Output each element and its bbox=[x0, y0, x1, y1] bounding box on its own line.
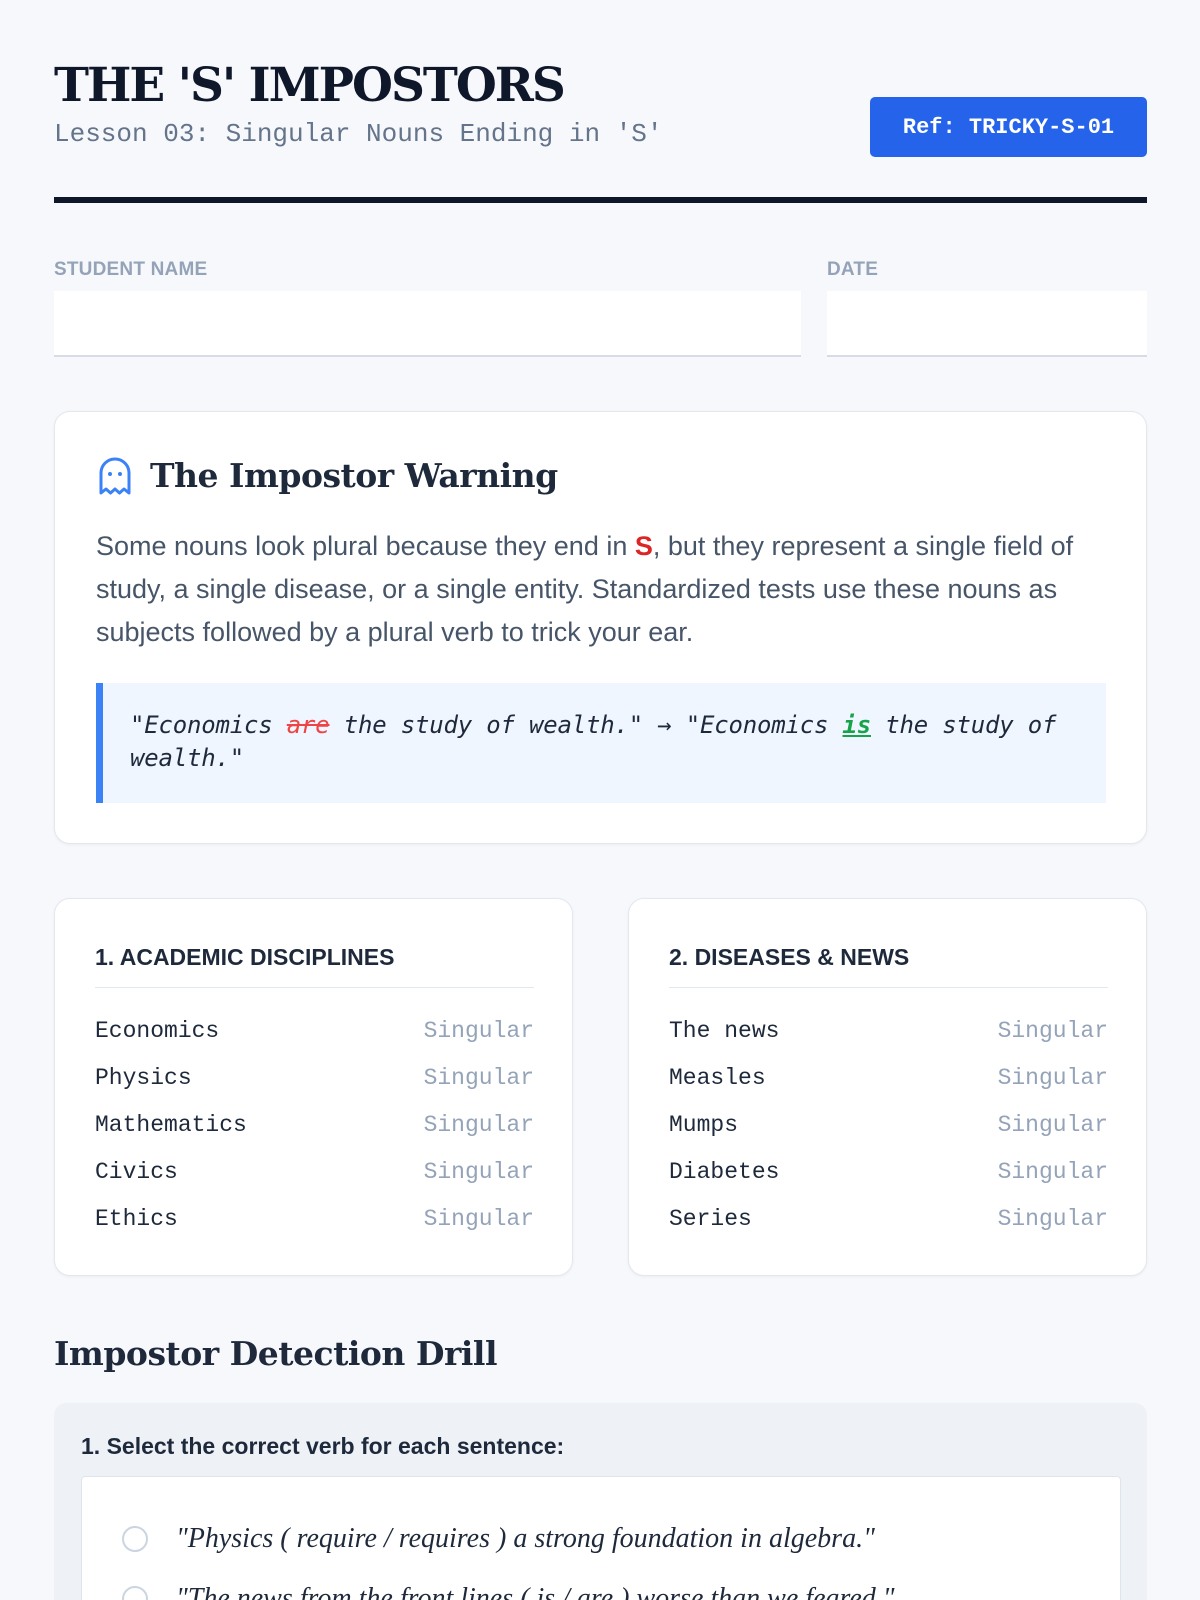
number-tag: Singular bbox=[997, 1017, 1108, 1044]
number-tag: Singular bbox=[997, 1205, 1108, 1232]
date-label: DATE bbox=[827, 259, 879, 280]
number-tag: Singular bbox=[423, 1205, 534, 1232]
page-title: THE 'S' IMPOSTORS bbox=[54, 58, 566, 113]
noun-term: Economics bbox=[95, 1017, 220, 1044]
number-tag: Singular bbox=[423, 1158, 534, 1185]
list-item: The news Singular bbox=[669, 1007, 1108, 1054]
noun-term: Mathematics bbox=[95, 1111, 247, 1138]
list-item: Mumps Singular bbox=[669, 1101, 1108, 1148]
drill-sentence: "Physics ( require / requires ) a strong… bbox=[176, 1523, 875, 1554]
drill-title: Impostor Detection Drill bbox=[54, 1334, 497, 1373]
ref-badge: Ref: TRICKY-S-01 bbox=[870, 97, 1147, 157]
lesson-subtitle: Lesson 03: Singular Nouns Ending in 'S' bbox=[54, 119, 663, 149]
list-item: Ethics Singular bbox=[95, 1195, 534, 1242]
list-item: Civics Singular bbox=[95, 1148, 534, 1195]
warning-title: The Impostor Warning bbox=[150, 456, 558, 495]
category-title: 1. ACADEMIC DISCIPLINES bbox=[95, 944, 395, 970]
list-item: Mathematics Singular bbox=[95, 1101, 534, 1148]
list-item: Physics Singular bbox=[95, 1054, 534, 1101]
ghost-icon bbox=[99, 457, 131, 495]
noun-term: Measles bbox=[669, 1064, 766, 1091]
drill-panel: 1. Select the correct verb for each sent… bbox=[54, 1403, 1147, 1600]
example-callout: "Economics are the study of wealth." → "… bbox=[96, 683, 1106, 803]
number-tag: Singular bbox=[423, 1111, 534, 1138]
list-item: Series Singular bbox=[669, 1195, 1108, 1242]
drill-question: 1. Select the correct verb for each sent… bbox=[81, 1433, 565, 1459]
radio-button[interactable] bbox=[122, 1586, 148, 1600]
category-divider bbox=[669, 987, 1108, 988]
number-tag: Singular bbox=[423, 1017, 534, 1044]
noun-term: Series bbox=[669, 1205, 752, 1232]
list-item: Economics Singular bbox=[95, 1007, 534, 1054]
list-item: Measles Singular bbox=[669, 1054, 1108, 1101]
drill-sentence: "The news from the front lines ( is / ar… bbox=[176, 1583, 895, 1600]
header-divider bbox=[54, 197, 1147, 203]
noun-term: Physics bbox=[95, 1064, 192, 1091]
diseases-news-card: 2. DISEASES & NEWS The news Singular Meas… bbox=[628, 898, 1147, 1276]
date-field[interactable] bbox=[827, 291, 1147, 357]
list-item: Diabetes Singular bbox=[669, 1148, 1108, 1195]
warning-text-start: Some nouns look plural because they end … bbox=[96, 531, 635, 561]
noun-term: The news bbox=[669, 1017, 780, 1044]
category-list: The news Singular Measles Singular Mumps Si… bbox=[669, 1007, 1108, 1242]
drill-options-box: "Physics ( require / requires ) a strong… bbox=[81, 1476, 1121, 1600]
correct-verb: is bbox=[842, 711, 871, 739]
number-tag: Singular bbox=[997, 1064, 1108, 1091]
category-divider bbox=[95, 987, 534, 988]
drill-item[interactable]: "The news from the front lines ( is / ar… bbox=[122, 1582, 895, 1600]
noun-term: Diabetes bbox=[669, 1158, 780, 1185]
example-sentence: "Economics are the study of wealth." → "… bbox=[130, 709, 1090, 775]
radio-button[interactable] bbox=[122, 1526, 148, 1552]
noun-term: Civics bbox=[95, 1158, 178, 1185]
example-part-2: the study of wealth." → "Economics bbox=[329, 711, 843, 739]
impostor-warning-card: The Impostor Warning Some nouns look plu… bbox=[54, 411, 1147, 844]
worksheet-page: THE 'S' IMPOSTORS Lesson 03: Singular No… bbox=[54, 0, 1147, 1600]
category-title: 2. DISEASES & NEWS bbox=[669, 944, 910, 970]
category-list: Economics Singular Physics Singular Mathem… bbox=[95, 1007, 534, 1242]
student-name-field[interactable] bbox=[54, 291, 801, 357]
header: THE 'S' IMPOSTORS Lesson 03: Singular No… bbox=[54, 58, 1147, 203]
drill-item[interactable]: "Physics ( require / requires ) a strong… bbox=[122, 1522, 875, 1556]
number-tag: Singular bbox=[423, 1064, 534, 1091]
noun-term: Mumps bbox=[669, 1111, 739, 1138]
warning-text: Some nouns look plural because they end … bbox=[96, 525, 1106, 654]
number-tag: Singular bbox=[997, 1111, 1108, 1138]
student-name-label: STUDENT NAME bbox=[54, 259, 208, 280]
noun-term: Ethics bbox=[95, 1205, 178, 1232]
number-tag: Singular bbox=[997, 1158, 1108, 1185]
wrong-verb: are bbox=[286, 711, 330, 739]
highlight-letter: S bbox=[634, 531, 653, 561]
example-part-1: "Economics bbox=[130, 711, 287, 739]
academic-disciplines-card: 1. ACADEMIC DISCIPLINES Economics Singula… bbox=[54, 898, 573, 1276]
